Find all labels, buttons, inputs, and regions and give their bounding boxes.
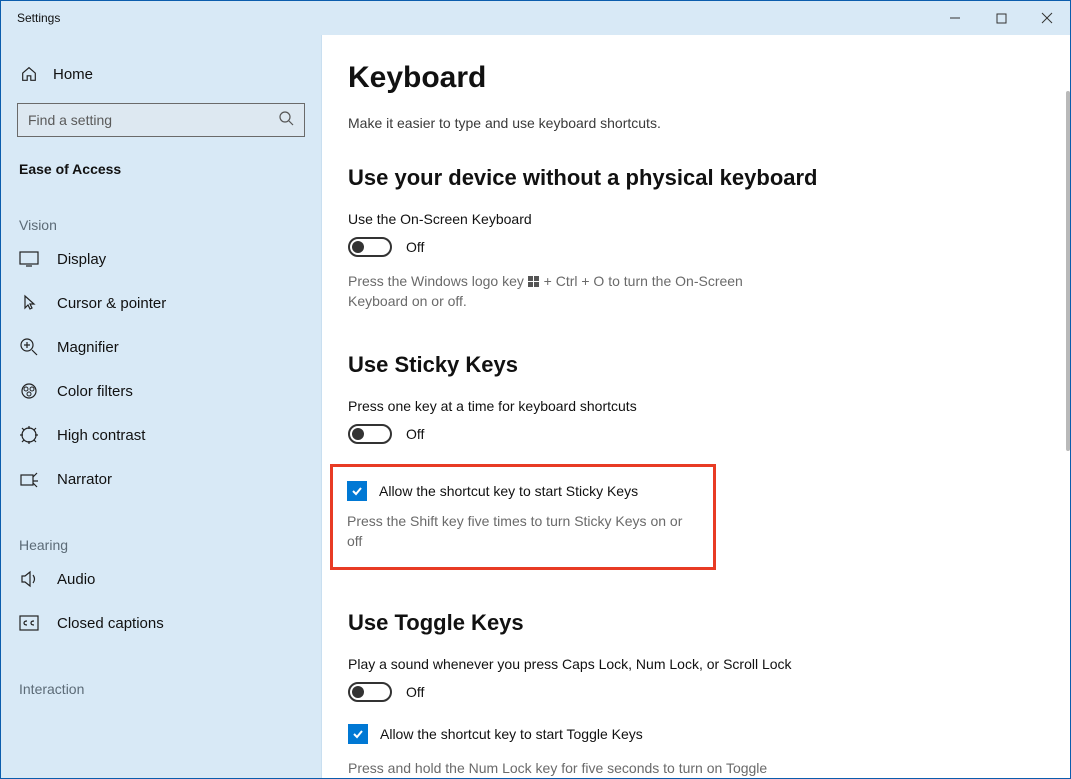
group-vision: Vision [17, 217, 305, 233]
toggle-toggle-keys[interactable] [348, 682, 392, 702]
toggle-state: Off [406, 684, 424, 700]
narrator-icon [19, 469, 39, 489]
toggle-state: Off [406, 426, 424, 442]
page-title: Keyboard [348, 61, 1070, 95]
sidebar-item-display[interactable]: Display [17, 237, 305, 281]
section-sticky-keys: Use Sticky Keys Press one key at a time … [348, 352, 1070, 571]
sidebar: Home Find a setting Ease of Access Visio… [1, 35, 322, 778]
home-icon [19, 64, 39, 84]
maximize-button[interactable] [978, 1, 1024, 35]
group-hearing: Hearing [17, 537, 305, 553]
checkbox-label: Allow the shortcut key to start Sticky K… [379, 483, 638, 499]
section-heading: Use Toggle Keys [348, 610, 1070, 636]
sidebar-item-label: Audio [57, 571, 95, 588]
minimize-button[interactable] [932, 1, 978, 35]
magnifier-icon [19, 337, 39, 357]
home-label: Home [53, 66, 93, 83]
display-icon [19, 249, 39, 269]
setting-label-toggle: Play a sound whenever you press Caps Loc… [348, 656, 1070, 672]
audio-icon [19, 569, 39, 589]
cursor-icon [19, 293, 39, 313]
setting-label-osk: Use the On-Screen Keyboard [348, 211, 1070, 227]
windows-logo-icon [528, 276, 540, 288]
sidebar-item-audio[interactable]: Audio [17, 557, 305, 601]
window-controls [932, 1, 1070, 35]
highlight-annotation: Allow the shortcut key to start Sticky K… [330, 464, 716, 571]
section-toggle-keys: Use Toggle Keys Play a sound whenever yo… [348, 610, 1070, 778]
togglekeys-hint: Press and hold the Num Lock key for five… [348, 758, 778, 778]
sidebar-item-label: High contrast [57, 427, 145, 444]
category-heading: Ease of Access [17, 161, 305, 177]
home-link[interactable]: Home [17, 53, 305, 95]
sidebar-item-closed-captions[interactable]: Closed captions [17, 601, 305, 645]
sidebar-item-label: Narrator [57, 471, 112, 488]
toggle-sticky-keys[interactable] [348, 424, 392, 444]
osk-hint: Press the Windows logo key + Ctrl + O to… [348, 271, 778, 312]
sidebar-item-color-filters[interactable]: Color filters [17, 369, 305, 413]
window-title: Settings [1, 11, 60, 25]
search-placeholder: Find a setting [28, 112, 112, 128]
close-button[interactable] [1024, 1, 1070, 35]
sidebar-item-label: Color filters [57, 383, 133, 400]
setting-label-sticky: Press one key at a time for keyboard sho… [348, 398, 1070, 414]
main-content: Keyboard Make it easier to type and use … [322, 35, 1070, 778]
sidebar-item-label: Cursor & pointer [57, 295, 166, 312]
color-filters-icon [19, 381, 39, 401]
sidebar-item-cursor[interactable]: Cursor & pointer [17, 281, 305, 325]
search-icon [278, 110, 294, 131]
sidebar-item-high-contrast[interactable]: High contrast [17, 413, 305, 457]
settings-window: Settings Home Find a setting [0, 0, 1071, 779]
section-heading: Use your device without a physical keybo… [348, 165, 1070, 191]
sticky-hint: Press the Shift key five times to turn S… [347, 511, 699, 552]
checkbox-toggle-shortcut[interactable] [348, 724, 368, 744]
checkbox-sticky-shortcut[interactable] [347, 481, 367, 501]
search-input[interactable]: Find a setting [17, 103, 305, 137]
sidebar-item-label: Closed captions [57, 615, 164, 632]
high-contrast-icon [19, 425, 39, 445]
checkbox-label: Allow the shortcut key to start Toggle K… [380, 726, 643, 742]
section-onscreen-keyboard: Use your device without a physical keybo… [348, 165, 1070, 312]
toggle-onscreen-keyboard[interactable] [348, 237, 392, 257]
closed-captions-icon [19, 613, 39, 633]
sidebar-item-label: Magnifier [57, 339, 119, 356]
sidebar-item-label: Display [57, 251, 106, 268]
page-subtitle: Make it easier to type and use keyboard … [348, 115, 1070, 131]
sidebar-item-narrator[interactable]: Narrator [17, 457, 305, 501]
sidebar-item-magnifier[interactable]: Magnifier [17, 325, 305, 369]
titlebar: Settings [1, 1, 1070, 35]
group-interaction: Interaction [17, 681, 305, 697]
section-heading: Use Sticky Keys [348, 352, 1070, 378]
toggle-state: Off [406, 239, 424, 255]
main-scroll-region[interactable]: Keyboard Make it easier to type and use … [322, 35, 1070, 778]
